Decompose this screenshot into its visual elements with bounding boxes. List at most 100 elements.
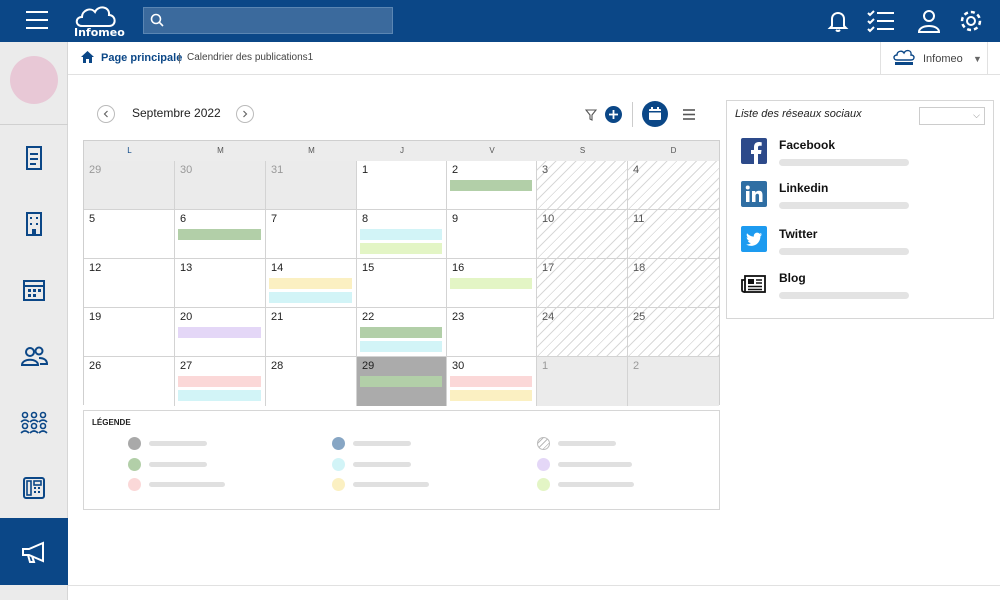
social-network-filter-select[interactable]: ⌵: [919, 107, 985, 125]
user-icon[interactable]: [916, 8, 942, 34]
publication-event[interactable]: [360, 229, 442, 240]
calendar-day-cell[interactable]: 30: [447, 357, 537, 406]
social-network-name-facebook[interactable]: Facebook: [779, 138, 835, 152]
calendar-day-cell[interactable]: 26: [84, 357, 175, 406]
sidebar-item-groups[interactable]: [0, 389, 68, 455]
day-number: 19: [89, 311, 102, 323]
day-number: 21: [271, 311, 284, 323]
calendar-day-cell[interactable]: 23: [447, 308, 537, 357]
facebook-icon: [741, 138, 767, 164]
calendar-day-cell[interactable]: 24: [537, 308, 628, 357]
calendar-day-cell[interactable]: 22: [357, 308, 447, 357]
breadcrumb-home-link[interactable]: Page principale: [101, 52, 182, 64]
calendar-day-cell[interactable]: 28: [266, 357, 357, 406]
gear-icon[interactable]: [958, 8, 984, 34]
avatar[interactable]: [10, 56, 58, 104]
calendar-day-cell[interactable]: 25: [628, 308, 719, 357]
calendar-day-cell[interactable]: 6: [175, 210, 266, 259]
list-view-icon[interactable]: [682, 108, 696, 121]
publication-event[interactable]: [360, 376, 442, 387]
calendar-day-cell[interactable]: 17: [537, 259, 628, 308]
calendar-day-cell[interactable]: 2: [628, 357, 719, 406]
calendar-day-cell[interactable]: 2: [447, 161, 537, 210]
day-number: 14: [271, 262, 284, 274]
calendar-view-button[interactable]: [642, 101, 668, 127]
sidebar-item-publications[interactable]: [0, 518, 68, 585]
calendar-day-cell[interactable]: 11: [628, 210, 719, 259]
day-number: 10: [542, 213, 555, 225]
calendar-day-cell[interactable]: 18: [628, 259, 719, 308]
day-number: 7: [271, 213, 278, 225]
calendar-day-cell[interactable]: 15: [357, 259, 447, 308]
sidebar-item-phone[interactable]: [0, 455, 68, 521]
calendar-day-cell[interactable]: 31: [266, 161, 357, 210]
organization-selector[interactable]: Infomeo ▼: [880, 42, 988, 75]
day-number: 4: [633, 164, 640, 176]
calendar-day-cell[interactable]: 14: [266, 259, 357, 308]
publication-event[interactable]: [178, 229, 261, 240]
next-month-button[interactable]: [236, 105, 254, 123]
publication-event[interactable]: [450, 278, 532, 289]
checklist-icon[interactable]: [866, 8, 896, 34]
calendar-day-cell[interactable]: 4: [628, 161, 719, 210]
social-network-name-linkedin[interactable]: Linkedin: [779, 181, 828, 195]
calendar-day-cell[interactable]: 10: [537, 210, 628, 259]
calendar-day-cell[interactable]: 3: [537, 161, 628, 210]
publication-event[interactable]: [178, 376, 261, 387]
calendar-day-cell[interactable]: 8: [357, 210, 447, 259]
calendar-day-cell[interactable]: 19: [84, 308, 175, 357]
calendar-day-cell[interactable]: 5: [84, 210, 175, 259]
menu-hamburger-icon[interactable]: [26, 11, 48, 29]
calendar-day-cell[interactable]: 30: [175, 161, 266, 210]
calendar-day-cell[interactable]: 27: [175, 357, 266, 406]
breadcrumb: Page principale | Calendrier des publica…: [68, 42, 1000, 75]
weekday-header: M: [175, 141, 266, 161]
search-box[interactable]: [143, 7, 393, 34]
weekday-header: S: [537, 141, 628, 161]
calendar-day-cell[interactable]: 29: [84, 161, 175, 210]
sidebar: [0, 42, 68, 600]
publication-event[interactable]: [360, 327, 442, 338]
calendar-day-cell[interactable]: 21: [266, 308, 357, 357]
sidebar-item-calendar[interactable]: [0, 257, 68, 323]
calendar-day-cell[interactable]: 29: [357, 357, 447, 406]
add-publication-button[interactable]: [605, 106, 622, 123]
legend-label-placeholder: [353, 482, 429, 487]
publication-event[interactable]: [269, 278, 352, 289]
publication-event[interactable]: [178, 390, 261, 401]
sidebar-item-users[interactable]: [0, 323, 68, 389]
bell-icon[interactable]: [825, 8, 851, 34]
home-icon[interactable]: [81, 51, 94, 63]
publication-event[interactable]: [450, 390, 532, 401]
sidebar-item-documents[interactable]: [0, 125, 68, 191]
day-number: 28: [271, 360, 284, 372]
publication-event[interactable]: [178, 327, 261, 338]
legend-label-placeholder: [558, 462, 632, 467]
calendar-day-cell[interactable]: 13: [175, 259, 266, 308]
day-number: 29: [89, 164, 102, 176]
search-input[interactable]: [172, 11, 387, 31]
weekday-header: J: [357, 141, 447, 161]
day-number: 27: [180, 360, 193, 372]
publication-event[interactable]: [360, 341, 442, 352]
filter-icon[interactable]: [585, 109, 597, 121]
calendar-day-cell[interactable]: 16: [447, 259, 537, 308]
calendar-day-cell[interactable]: 1: [537, 357, 628, 406]
sidebar-item-buildings[interactable]: [0, 191, 68, 257]
previous-month-button[interactable]: [97, 105, 115, 123]
social-network-name-twitter[interactable]: Twitter: [779, 227, 817, 241]
calendar-day-cell[interactable]: 20: [175, 308, 266, 357]
calendar-day-cell[interactable]: 7: [266, 210, 357, 259]
publication-event[interactable]: [450, 180, 532, 191]
day-number: 13: [180, 262, 193, 274]
publication-event[interactable]: [450, 376, 532, 387]
social-network-name-blog[interactable]: Blog: [779, 271, 806, 285]
linkedin-icon: [741, 181, 767, 207]
calendar-day-cell[interactable]: 12: [84, 259, 175, 308]
calendar-day-cell[interactable]: 1: [357, 161, 447, 210]
publication-event[interactable]: [269, 292, 352, 303]
legend-color-dot: [332, 437, 345, 450]
day-number: 30: [452, 360, 465, 372]
publication-event[interactable]: [360, 243, 442, 254]
calendar-day-cell[interactable]: 9: [447, 210, 537, 259]
